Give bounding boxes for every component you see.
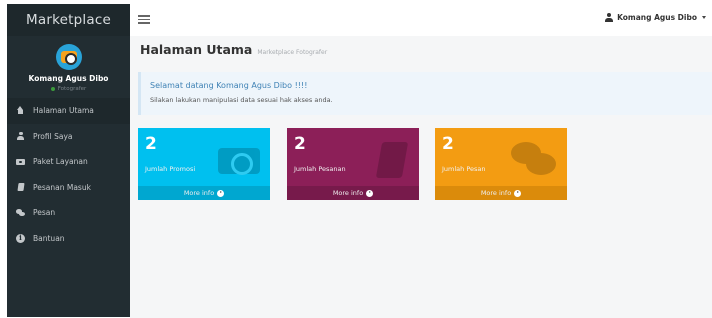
callout-title: Selamat datang Komang Agus Dibo !!!! (150, 81, 308, 90)
page-header: Halaman Utama Marketplace Fotografer (140, 42, 327, 57)
stat-box-pesanan: 2 Jumlah Pesanan More info (287, 128, 419, 200)
home-icon (16, 106, 25, 115)
more-info-link[interactable]: More info (287, 186, 419, 200)
more-info-link[interactable]: More info (138, 186, 270, 200)
book-icon (16, 183, 25, 192)
profile-role: Fotografer (7, 86, 130, 92)
arrow-circle-right-icon (366, 189, 374, 197)
arrow-circle-right-icon (514, 189, 522, 197)
page-subtitle: Marketplace Fotografer (257, 49, 328, 56)
sidebar-item-halaman-utama[interactable]: Halaman Utama (7, 98, 130, 124)
more-info-label: More info (332, 189, 364, 197)
page-title: Halaman Utama (140, 42, 253, 57)
info-icon (16, 233, 25, 243)
stat-box-promosi: 2 Jumlah Promosi More info (138, 128, 270, 200)
sidebar-item-label: Pesan (33, 208, 56, 218)
profile-name: Komang Agus Dibo (28, 74, 109, 83)
stat-count: 2 (442, 134, 454, 154)
camera-icon (218, 142, 260, 175)
main-content: Halaman Utama Marketplace Fotografer Sel… (130, 36, 712, 318)
callout-text: Silakan lakukan manipulasi data sesuai h… (150, 96, 333, 104)
more-info-label: More info (480, 189, 512, 197)
profile-role-label: Fotografer (57, 86, 87, 92)
brand-logo[interactable]: Marketplace (7, 4, 130, 36)
sidebar-item-paket-layanan[interactable]: Paket Layanan (7, 149, 130, 175)
sidebar-item-label: Profil Saya (33, 131, 73, 141)
user-menu-name: Komang Agus Dibo (617, 13, 697, 22)
top-navbar: Komang Agus Dibo (130, 4, 712, 36)
sidebar-item-label: Bantuan (33, 233, 65, 243)
more-info-link[interactable]: More info (435, 186, 567, 200)
avatar (55, 44, 82, 70)
sidebar-menu: Halaman Utama Profil Saya Paket Layanan … (7, 98, 130, 251)
sidebar-item-label: Halaman Utama (33, 106, 94, 116)
stat-count: 2 (294, 134, 306, 154)
sidebar-item-bantuan[interactable]: Bantuan (7, 226, 130, 252)
stat-label: Jumlah Promosi (145, 165, 196, 173)
sidebar-item-profil-saya[interactable]: Profil Saya (7, 124, 130, 150)
stat-label: Jumlah Pesan (442, 165, 486, 173)
sidebar-item-pesanan-masuk[interactable]: Pesanan Masuk (7, 175, 130, 201)
user-menu-dropdown[interactable]: Komang Agus Dibo (605, 13, 706, 22)
stat-label: Jumlah Pesanan (294, 165, 346, 173)
chat-icon (511, 142, 557, 176)
chat-icon (16, 208, 25, 217)
welcome-callout: Selamat datang Komang Agus Dibo !!!! Sil… (138, 72, 712, 115)
sidebar-item-label: Pesanan Masuk (33, 182, 91, 192)
user-icon (16, 131, 25, 141)
user-profile-panel: Komang Agus Dibo Fotografer (7, 36, 130, 96)
caret-down-icon (702, 16, 706, 19)
online-status-icon (50, 87, 55, 91)
sidebar: Marketplace Komang Agus Dibo Fotografer … (7, 4, 130, 317)
sidebar-toggle-icon[interactable] (138, 15, 150, 24)
camera-icon (16, 157, 25, 166)
stat-count: 2 (145, 134, 157, 154)
user-icon (605, 13, 614, 22)
more-info-label: More info (183, 189, 215, 197)
stat-box-pesan: 2 Jumlah Pesan More info (435, 128, 567, 200)
sidebar-item-label: Paket Layanan (33, 157, 88, 167)
book-icon (375, 142, 409, 180)
arrow-circle-right-icon (217, 189, 225, 197)
sidebar-item-pesan[interactable]: Pesan (7, 200, 130, 226)
